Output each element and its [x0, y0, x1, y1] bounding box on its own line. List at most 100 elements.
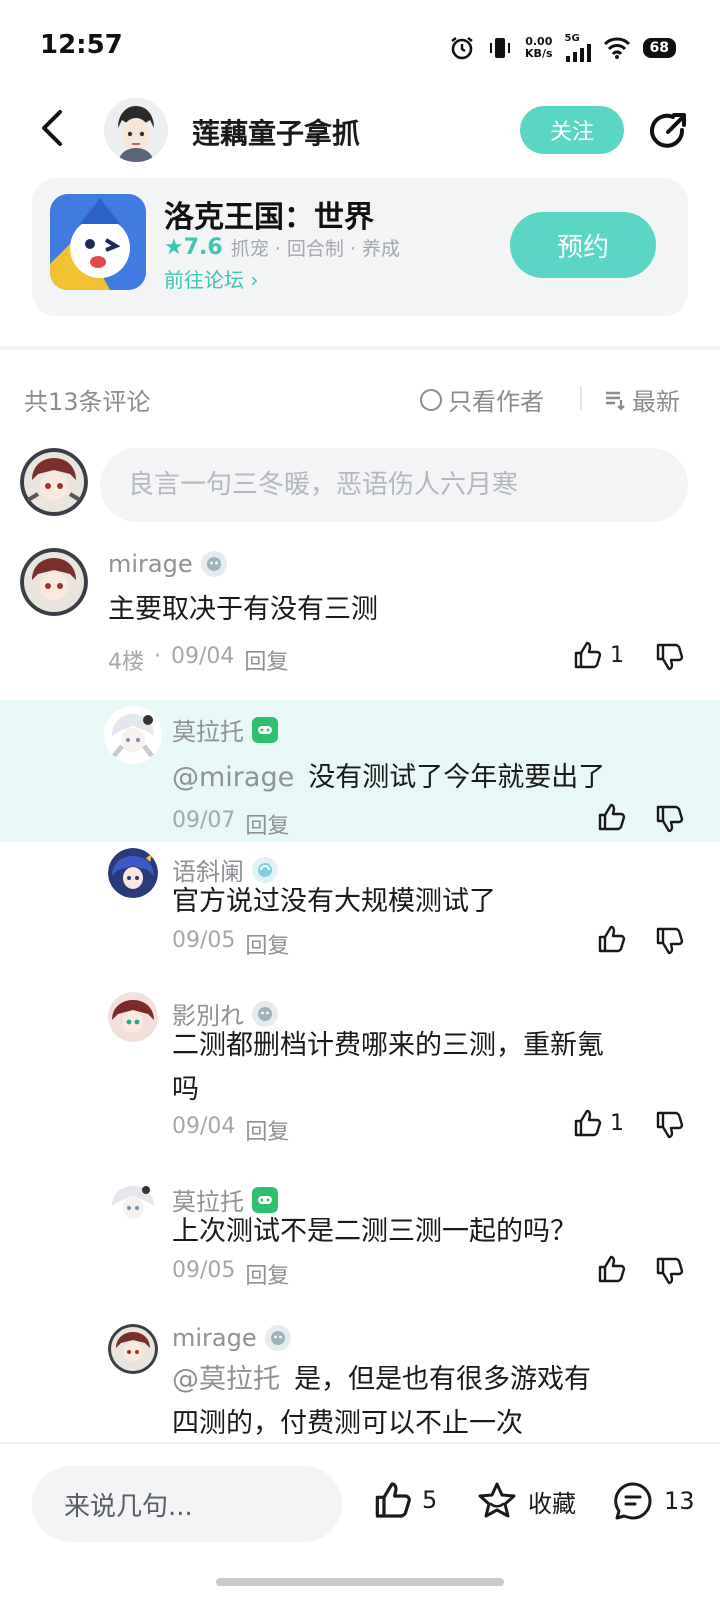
reply-button[interactable]: 回复 [245, 1114, 289, 1146]
author-name[interactable]: 莲藕童子拿抓 [192, 112, 360, 152]
bottom-comment-input[interactable]: 来说几句... [32, 1466, 342, 1542]
floor-number: 4楼 [108, 650, 144, 675]
thumb-down-icon [654, 926, 684, 956]
mention-link[interactable]: @莫拉托 [172, 1364, 280, 1395]
comment-username[interactable]: 莫拉托 [172, 712, 278, 747]
avatar[interactable] [104, 706, 162, 764]
back-button[interactable] [32, 106, 72, 150]
net-speed-unit: KB/s [525, 47, 553, 60]
comments-count: 13 [664, 1487, 695, 1515]
dislike-button[interactable] [654, 1256, 684, 1286]
comment-meta: 4楼 · 09/04 回复 [108, 644, 288, 676]
user-badge-icon [252, 856, 278, 883]
game-card[interactable]: 洛克王国：世界 ★7.6 抓宠 · 回合制 · 养成 前往论坛 › 预约 [32, 178, 688, 316]
comment-text: 官方说过没有大规模测试了 [172, 886, 496, 917]
dislike-button[interactable] [654, 926, 684, 956]
vibrate-icon [487, 35, 513, 61]
post-header: 莲藕童子拿抓 关注 [0, 96, 720, 166]
gamepad-badge-icon [252, 1186, 278, 1213]
like-count: 1 [610, 1110, 624, 1136]
mention-link[interactable]: @mirage [172, 762, 294, 793]
comment-meta: 09/04 回复 [172, 1114, 289, 1146]
like-count: 1 [610, 642, 624, 668]
comments-header: 共13条评论 只看作者 最新 [0, 370, 720, 426]
like-button[interactable]: 1 [572, 1108, 624, 1138]
avatar[interactable] [108, 1324, 158, 1374]
reserve-button[interactable]: 预约 [510, 212, 656, 278]
reply-button[interactable]: 回复 [245, 928, 289, 960]
sort-label: 最新 [632, 388, 680, 416]
wifi-icon [603, 36, 631, 60]
like-button[interactable] [596, 1254, 626, 1284]
post-like-button[interactable]: 5 [372, 1480, 437, 1520]
meta-dot: · [154, 644, 161, 669]
comment-body: 没有测试了今年就要出了 [308, 762, 606, 793]
avatar[interactable] [108, 992, 158, 1042]
comment-text-line: 二测都删档计费哪来的三测，重新氪 [172, 1030, 604, 1061]
thumb-down-icon [654, 642, 684, 672]
post-like-count: 5 [422, 1486, 438, 1514]
dislike-button[interactable] [654, 804, 684, 834]
gamepad-badge-icon [252, 716, 278, 743]
comment-text-line: 吗 [172, 1074, 199, 1105]
comment-date: 09/04 [171, 644, 235, 669]
comment-count: 共13条评论 [24, 388, 151, 416]
vertical-separator [580, 386, 582, 410]
follow-button[interactable]: 关注 [520, 106, 624, 154]
comment-text-line: 四测的，付费测可以不止一次 [172, 1408, 523, 1439]
comment-date: 09/04 [172, 1114, 236, 1139]
share-button[interactable] [646, 110, 690, 154]
game-title: 洛克王国：世界 [164, 200, 374, 235]
comment-meta: 09/05 回复 [172, 928, 289, 960]
only-author-toggle[interactable]: 只看作者 [420, 382, 544, 417]
comment-input[interactable] [100, 448, 688, 522]
comment-text: 二测都删档计费哪来的三测，重新氪 吗 [172, 1024, 692, 1112]
sort-button[interactable]: 最新 [604, 382, 680, 417]
comment-meta: 09/05 回复 [172, 1258, 289, 1290]
reply-button[interactable]: 回复 [245, 1258, 289, 1290]
dislike-button[interactable] [654, 642, 684, 672]
comment-username[interactable]: mirage [172, 1324, 291, 1352]
reply-button[interactable]: 回复 [245, 808, 289, 840]
share-icon [646, 110, 690, 154]
user-badge-icon [264, 1325, 291, 1351]
comment-username[interactable]: mirage [108, 550, 227, 578]
home-indicator[interactable] [216, 1578, 504, 1586]
favorite-button[interactable]: 收藏 [476, 1480, 576, 1522]
sort-icon [604, 389, 626, 411]
username-text: mirage [108, 550, 193, 578]
battery-indicator: 68 [642, 38, 676, 58]
dislike-button[interactable] [654, 1110, 684, 1140]
thumb-down-icon [654, 1110, 684, 1140]
comments-button[interactable]: 13 [612, 1480, 695, 1522]
avatar[interactable] [20, 548, 88, 616]
user-badge-icon [200, 551, 227, 577]
radio-circle-icon [420, 388, 442, 411]
user-badge-icon [252, 1000, 278, 1027]
forum-link[interactable]: 前往论坛 › [164, 264, 258, 293]
reply-button[interactable]: 回复 [244, 644, 288, 676]
game-icon[interactable] [50, 194, 146, 290]
author-avatar[interactable] [104, 98, 168, 162]
thumb-down-icon [654, 804, 684, 834]
bottom-action-bar: 来说几句... 5 收藏 13 [0, 1444, 720, 1600]
avatar[interactable] [108, 1178, 158, 1228]
thumb-up-icon [372, 1480, 412, 1520]
like-button[interactable] [596, 924, 626, 954]
avatar[interactable] [108, 848, 158, 898]
comment-bubble-icon [612, 1480, 654, 1522]
my-avatar [20, 448, 88, 516]
signal-icon: 5G [565, 34, 591, 62]
thumb-up-icon [572, 640, 602, 670]
comment-meta: 09/07 回复 [172, 808, 289, 840]
comment-text: @mirage 没有测试了今年就要出了 [172, 756, 605, 800]
username-text: mirage [172, 1324, 257, 1352]
comment-text: 主要取决于有没有三测 [108, 594, 378, 625]
star-icon [476, 1480, 518, 1522]
thumb-up-icon [572, 1108, 602, 1138]
like-button[interactable]: 1 [572, 640, 624, 670]
thumb-up-icon [596, 802, 626, 832]
game-meta: ★7.6 抓宠 · 回合制 · 养成 [164, 234, 400, 261]
like-button[interactable] [596, 802, 626, 832]
username-text: 莫拉托 [172, 718, 244, 746]
